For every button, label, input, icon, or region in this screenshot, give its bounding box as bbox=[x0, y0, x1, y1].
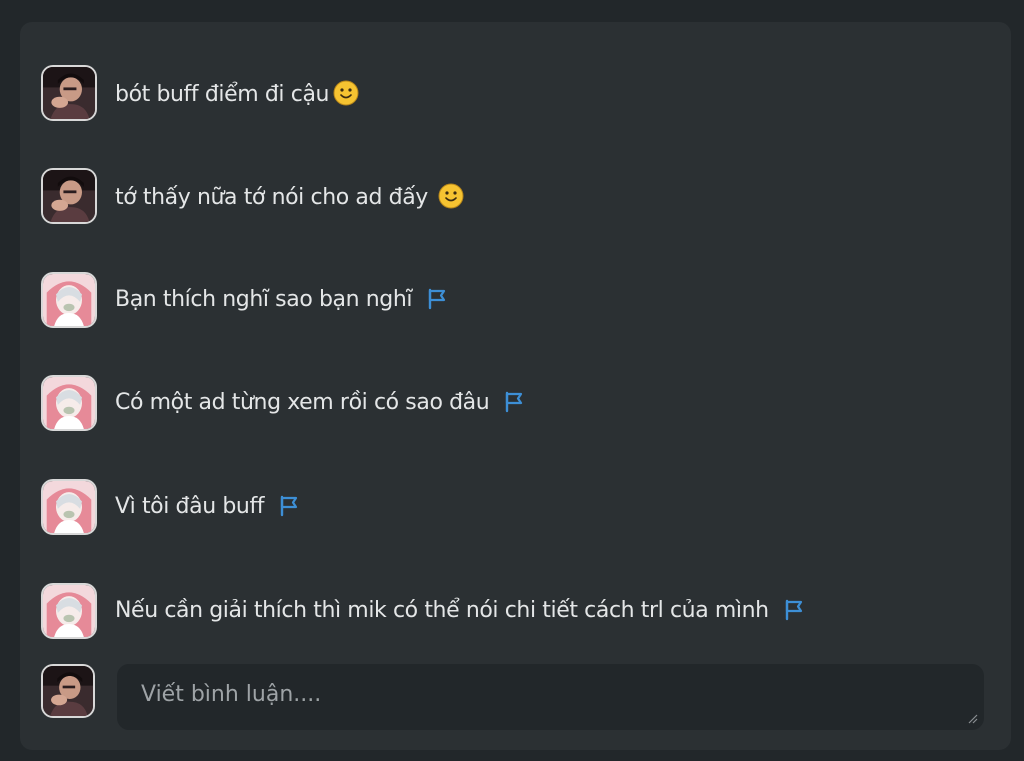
comment-text-row: Vì tôi đâu buff bbox=[115, 494, 300, 520]
comment-text: Nếu cần giải thích thì mik có thể nói ch… bbox=[115, 598, 769, 623]
comment-item: tớ thấy nữa tớ nói cho ad đấy bbox=[20, 168, 1011, 232]
comment-input[interactable] bbox=[117, 664, 984, 730]
avatar[interactable] bbox=[41, 168, 97, 224]
comment-item: Vì tôi đâu buff bbox=[20, 479, 1011, 543]
comment-item: Có một ad từng xem rồi có sao đâu bbox=[20, 375, 1011, 439]
comment-text: Vì tôi đâu buff bbox=[115, 494, 265, 519]
composer-avatar bbox=[41, 664, 95, 718]
avatar[interactable] bbox=[41, 479, 97, 535]
comment-text: tớ thấy nữa tớ nói cho ad đấy bbox=[115, 185, 428, 210]
comment-text-row: Có một ad từng xem rồi có sao đâu bbox=[115, 390, 525, 416]
comment-text-row: Bạn thích nghĩ sao bạn nghĩ bbox=[115, 287, 448, 313]
anime-avatar-icon bbox=[43, 585, 95, 637]
slightly-smiling-emoji-icon bbox=[333, 80, 359, 106]
user-avatar-photo-icon bbox=[43, 170, 95, 222]
comment-text: bót buff điểm đi cậu bbox=[115, 82, 330, 107]
report-flag-icon[interactable] bbox=[783, 599, 805, 621]
comment-item: Nếu cần giải thích thì mik có thể nói ch… bbox=[20, 583, 1011, 647]
comment-text-row: Nếu cần giải thích thì mik có thể nói ch… bbox=[115, 598, 805, 624]
avatar[interactable] bbox=[41, 583, 97, 639]
anime-avatar-icon bbox=[43, 274, 95, 326]
avatar[interactable] bbox=[41, 65, 97, 121]
comments-panel: bót buff điểm đi cậu tớ thấy nữa tớ nói … bbox=[20, 22, 1011, 750]
comment-text-row: bót buff điểm đi cậu bbox=[115, 80, 359, 108]
avatar[interactable] bbox=[41, 375, 97, 431]
report-flag-icon[interactable] bbox=[503, 391, 525, 413]
avatar[interactable] bbox=[41, 272, 97, 328]
comment-text: Bạn thích nghĩ sao bạn nghĩ bbox=[115, 287, 413, 312]
report-flag-icon[interactable] bbox=[278, 495, 300, 517]
slightly-smiling-emoji-icon bbox=[438, 183, 464, 209]
comment-text-row: tớ thấy nữa tớ nói cho ad đấy bbox=[115, 183, 464, 211]
user-avatar-photo-icon bbox=[43, 666, 93, 716]
comment-item: Bạn thích nghĩ sao bạn nghĩ bbox=[20, 272, 1011, 336]
anime-avatar-icon bbox=[43, 377, 95, 429]
resize-grip-icon[interactable] bbox=[966, 712, 978, 724]
anime-avatar-icon bbox=[43, 481, 95, 533]
comment-item: bót buff điểm đi cậu bbox=[20, 65, 1011, 129]
comment-text: Có một ad từng xem rồi có sao đâu bbox=[115, 390, 490, 415]
report-flag-icon[interactable] bbox=[426, 288, 448, 310]
user-avatar-photo-icon bbox=[43, 67, 95, 119]
